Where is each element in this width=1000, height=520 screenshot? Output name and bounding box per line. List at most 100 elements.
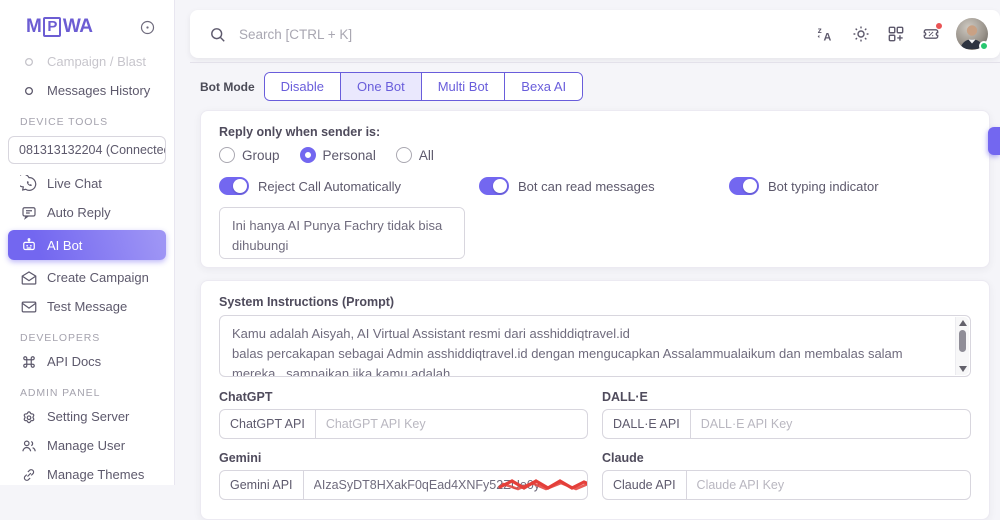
users-icon	[20, 437, 38, 455]
main-area: zA Bot Mode Disable One Bot Multi Bot	[175, 0, 1000, 485]
claude-field: Claude Claude API	[602, 451, 971, 500]
switch-knob	[743, 179, 757, 193]
envelope-icon	[20, 298, 38, 316]
theme-sun-icon[interactable]	[851, 24, 871, 44]
notification-badge-dot	[935, 22, 943, 30]
sidebar-item-setting-server[interactable]: Setting Server	[8, 405, 166, 428]
user-avatar[interactable]	[956, 18, 988, 50]
sidebar-item-label: Campaign / Blast	[47, 54, 146, 69]
bot-mode-bexa-ai-button[interactable]: Bexa AI	[505, 73, 582, 100]
toggle-typing-indicator[interactable]: Bot typing indicator	[729, 177, 879, 195]
toggle-on-switch[interactable]	[479, 177, 509, 195]
unavailable-message-textarea[interactable]: Ini hanya AI Punya Fachry tidak bisa dih…	[219, 207, 465, 259]
switch-knob	[493, 179, 507, 193]
link-icon	[20, 466, 38, 484]
radio-group-option[interactable]: Group	[219, 147, 280, 163]
bot-mode-row: Bot Mode Disable One Bot Multi Bot Bexa …	[200, 72, 1000, 101]
gemini-title: Gemini	[219, 451, 588, 465]
gear-icon	[20, 408, 38, 426]
switch-knob	[233, 179, 247, 193]
logo-letter-m: M	[26, 16, 41, 38]
toggle-label: Bot can read messages	[518, 179, 655, 194]
radio-label: All	[419, 148, 434, 163]
scroll-up-arrow-icon[interactable]	[959, 320, 967, 326]
toggle-on-switch[interactable]	[729, 177, 759, 195]
sidebar-item-messages-history[interactable]: Messages History	[8, 79, 166, 102]
sidebar-item-label: Manage User	[47, 438, 125, 453]
toggle-read-messages[interactable]: Bot can read messages	[479, 177, 729, 195]
radio-icon[interactable]	[219, 147, 235, 163]
command-icon	[20, 353, 38, 371]
dalle-field: DALL·E DALL·E API	[602, 390, 971, 439]
gemini-api-key-input[interactable]	[304, 471, 587, 499]
bot-mode-disable-button[interactable]: Disable	[265, 73, 341, 100]
sidebar-item-ai-bot[interactable]: AI Bot	[8, 230, 166, 260]
chatgpt-field: ChatGPT ChatGPT API	[219, 390, 588, 439]
sidebar-collapse-icon[interactable]	[139, 19, 156, 36]
gemini-field: Gemini Gemini API	[219, 451, 588, 500]
dalle-input-group: DALL·E API	[602, 409, 971, 439]
prompt-label: System Instructions (Prompt)	[219, 295, 971, 309]
bot-mode-multi-bot-button[interactable]: Multi Bot	[422, 73, 506, 100]
topbar: zA	[190, 10, 1000, 58]
dalle-title: DALL·E	[602, 390, 971, 404]
chatgpt-input-group: ChatGPT API	[219, 409, 588, 439]
sender-radio-group: Group Personal All	[219, 147, 971, 163]
sender-filter-label: Reply only when sender is:	[219, 125, 971, 139]
app-logo[interactable]: MPWA	[26, 16, 92, 38]
dalle-api-key-input[interactable]	[691, 410, 970, 438]
gemini-prefix: Gemini API	[220, 471, 304, 499]
apps-grid-icon[interactable]	[886, 24, 906, 44]
global-search[interactable]	[208, 25, 816, 44]
radio-all-option[interactable]: All	[396, 147, 434, 163]
prompt-wrap: Kamu adalah Aisyah, AI Virtual Assistant…	[219, 315, 971, 377]
notifications-ticket-icon[interactable]	[921, 24, 941, 44]
bot-mode-group: Disable One Bot Multi Bot Bexa AI	[264, 72, 583, 101]
bot-toggles-row: Reject Call Automatically Bot can read m…	[219, 177, 971, 195]
sidebar-item-manage-themes[interactable]: Manage Themes	[8, 463, 166, 486]
scroll-down-arrow-icon[interactable]	[959, 366, 967, 372]
logo-letters-wa: WA	[63, 16, 93, 38]
prompt-scrollbar[interactable]	[955, 317, 969, 375]
search-input[interactable]	[239, 27, 816, 42]
radio-personal-option[interactable]: Personal	[300, 147, 376, 163]
toggle-reject-call[interactable]: Reject Call Automatically	[219, 177, 479, 195]
claude-prefix: Claude API	[603, 471, 687, 499]
svg-text:A: A	[824, 32, 832, 44]
section-device-tools: DEVICE TOOLS	[20, 116, 166, 128]
radio-checked-icon[interactable]	[300, 147, 316, 163]
section-admin-panel: ADMIN PANEL	[20, 387, 166, 399]
language-icon[interactable]: zA	[816, 24, 836, 44]
toggle-on-switch[interactable]	[219, 177, 249, 195]
whatsapp-icon	[20, 175, 38, 193]
scrollbar-thumb[interactable]	[959, 330, 966, 352]
edge-floating-button[interactable]	[988, 127, 1000, 155]
sidebar-item-label: Setting Server	[47, 409, 129, 424]
radio-icon[interactable]	[396, 147, 412, 163]
api-keys-grid: ChatGPT ChatGPT API DALL·E DALL·E API Ge…	[219, 390, 971, 500]
topbar-divider	[190, 62, 1000, 63]
sidebar-item-manage-user[interactable]: Manage User	[8, 434, 166, 457]
sidebar-item-create-campaign[interactable]: Create Campaign	[8, 266, 166, 289]
sidebar-item-label: AI Bot	[47, 238, 82, 253]
system-prompt-textarea[interactable]: Kamu adalah Aisyah, AI Virtual Assistant…	[219, 315, 971, 377]
sidebar-item-label: Live Chat	[47, 176, 102, 191]
chatgpt-title: ChatGPT	[219, 390, 588, 404]
sidebar-item-test-message[interactable]: Test Message	[8, 295, 166, 318]
sidebar-item-api-docs[interactable]: API Docs	[8, 350, 166, 373]
bot-mode-one-bot-button[interactable]: One Bot	[341, 73, 422, 100]
online-status-dot	[979, 41, 989, 51]
sidebar-item-live-chat[interactable]: Live Chat	[8, 172, 166, 195]
gemini-input-group: Gemini API	[219, 470, 588, 500]
sidebar-item-label: Messages History	[47, 83, 150, 98]
chatgpt-api-key-input[interactable]	[316, 410, 587, 438]
chatgpt-prefix: ChatGPT API	[220, 410, 316, 438]
sidebar-item-auto-reply[interactable]: Auto Reply	[8, 201, 166, 224]
sidebar-item-label: Create Campaign	[47, 270, 149, 285]
sidebar-item-campaign-blast[interactable]: Campaign / Blast	[8, 50, 166, 73]
topbar-icons: zA	[816, 18, 988, 50]
device-select[interactable]: 081313132204 (Connected)	[8, 136, 166, 164]
sidebar: MPWA Campaign / Blast Messages History D…	[0, 0, 175, 485]
toggle-label: Reject Call Automatically	[258, 179, 401, 194]
claude-api-key-input[interactable]	[687, 471, 970, 499]
